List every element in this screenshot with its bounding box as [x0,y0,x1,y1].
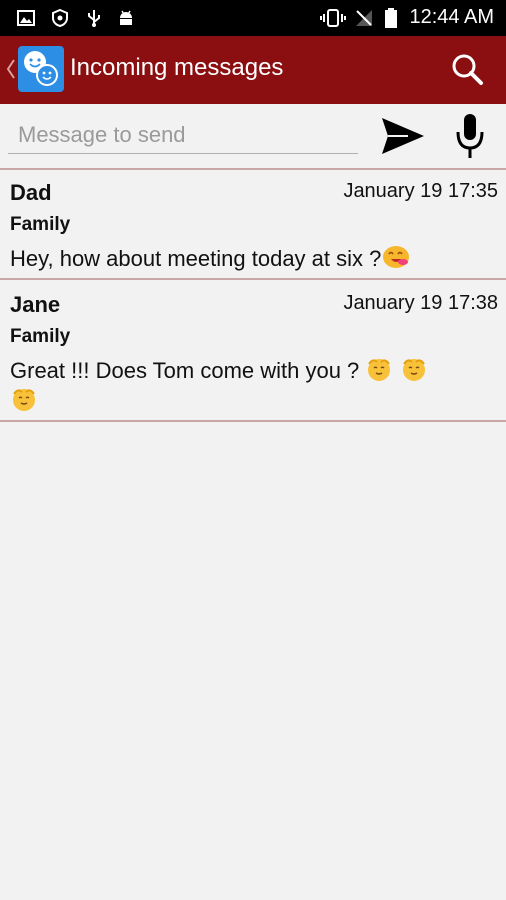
status-time: 12:44 AM [409,6,494,28]
smiling-face-emoji [13,389,35,411]
message-item[interactable]: Jane January 19 17:38 Family Great !!! D… [0,282,506,420]
smiling-face-emoji [368,359,391,381]
divider [0,420,506,422]
message-group: Family [10,214,71,235]
app-bar: Incoming messages [0,36,506,104]
chat-app-icon[interactable] [18,46,64,92]
message-input[interactable] [8,116,358,154]
message-text: Hey, how about meeting today at six ? [10,246,382,271]
message-body: Great !!! Does Tom come with you ? [10,356,496,416]
compose-bar [0,104,506,168]
send-icon[interactable] [378,114,428,158]
microphone-icon[interactable] [448,112,492,160]
android-icon [120,10,132,25]
back-chevron-icon[interactable] [4,54,16,84]
usb-icon [88,10,100,27]
winking-face-emoji [383,246,410,268]
message-sender: Jane [10,292,61,317]
battery-icon [385,8,397,28]
status-bar: 12:44 AM [0,0,506,36]
message-item[interactable]: Dad January 19 17:35 Family Hey, how abo… [0,170,506,278]
divider [0,278,506,280]
message-body: Hey, how about meeting today at six ? [10,244,496,274]
message-text: Great !!! Does Tom come with you ? [10,358,360,383]
message-sender: Dad [10,180,52,205]
no-signal-icon [356,10,372,26]
smiling-face-emoji [402,359,425,381]
shield-icon [52,8,68,28]
image-icon [17,10,35,26]
message-group: Family [10,326,71,347]
message-date: January 19 17:38 [343,292,498,314]
message-date: January 19 17:35 [343,180,498,202]
search-icon[interactable] [450,52,484,86]
vibrate-icon [320,9,346,27]
page-title: Incoming messages [70,54,284,81]
